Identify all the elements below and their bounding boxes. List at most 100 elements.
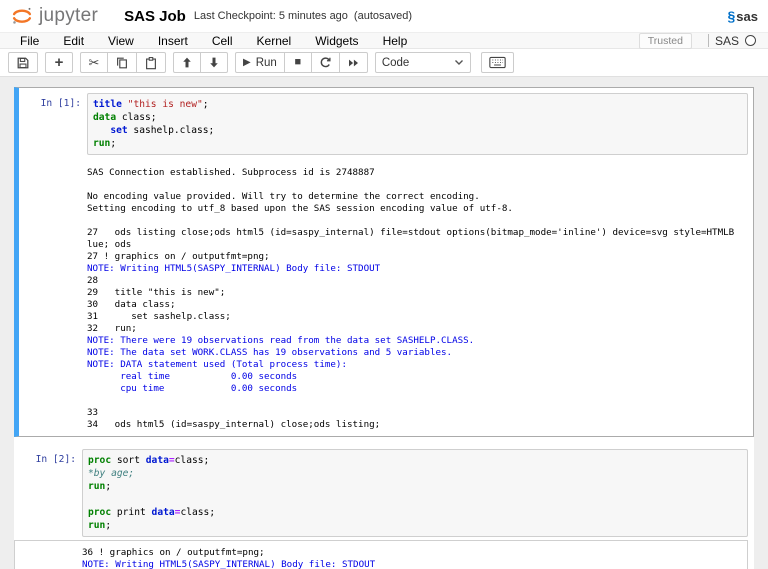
menu-item-cell[interactable]: Cell	[200, 34, 245, 48]
command-palette-button[interactable]	[480, 52, 514, 73]
menu-item-view[interactable]: View	[96, 34, 146, 48]
jupyter-logo[interactable]: jupyter	[10, 4, 98, 28]
log-line: 32 run;	[87, 323, 137, 334]
code-token: class;	[174, 455, 210, 466]
run-button-label: Run	[255, 56, 277, 69]
stop-icon: ■	[294, 56, 302, 68]
autosave-status: (autosaved)	[353, 10, 413, 22]
code-editor[interactable]: proc sort data=class; *by age; run; proc pr…	[82, 449, 748, 537]
code-line: run;	[88, 480, 742, 493]
code-line: run;	[88, 519, 742, 532]
add-cell-button[interactable]: +	[45, 52, 73, 73]
copy-cells-button[interactable]	[107, 52, 137, 73]
output-block: SAS Connection established. Subprocess i…	[87, 167, 748, 179]
sas-brand-text: sas	[736, 8, 758, 24]
code-line: proc print data=class;	[88, 506, 742, 519]
code-token: class;	[116, 112, 157, 123]
output-content: SAS Connection established. Subprocess i…	[87, 165, 748, 431]
code-token: sort	[111, 455, 146, 466]
interrupt-kernel-button[interactable]: ■	[283, 52, 312, 73]
cut-icon: ✂	[88, 55, 100, 70]
move-cell-down-button[interactable]	[200, 52, 228, 73]
code-token: *by age;	[88, 468, 135, 479]
log-line: NOTE: The data set WORK.CLASS has 19 obs…	[87, 347, 453, 358]
move-down-icon	[210, 57, 218, 68]
toolbar: + ✂ ▶ Run ■ Code	[0, 49, 768, 77]
menubar: File Edit View Insert Cell Kernel Widgets Help …	[0, 32, 768, 49]
notebook-container: In [1]: title "this is new"; data class; s…	[14, 87, 754, 569]
code-token: run	[93, 138, 111, 149]
log-line: 36 ! graphics on / outputfmt=png;	[82, 547, 265, 558]
log-line: 31 set sashelp.class;	[87, 311, 231, 322]
cut-cells-button[interactable]: ✂	[80, 52, 108, 73]
log-line: 30 data class;	[87, 299, 176, 310]
code-token: ;	[105, 520, 112, 531]
log-line: 33	[87, 407, 99, 418]
save-icon	[17, 57, 29, 68]
log-line: 27 ! graphics on / outputfmt=png;	[87, 251, 270, 262]
restart-kernel-button[interactable]	[310, 52, 340, 73]
log-line: Setting encoding to utf_8 based upon the…	[87, 203, 513, 214]
log-line: lue; ods	[87, 239, 132, 250]
log-line: 28	[87, 275, 99, 286]
code-cell-1[interactable]: In [1]: title "this is new"; data class; s…	[14, 87, 754, 437]
code-editor[interactable]: title "this is new"; data class; set sash…	[87, 93, 748, 155]
output-prompt	[24, 165, 87, 431]
input-area: In [1]: title "this is new"; data class; s…	[24, 93, 748, 155]
code-line: title "this is new";	[93, 98, 742, 111]
cell-type-value: Code	[381, 56, 410, 69]
code-token: ;	[110, 138, 117, 149]
menu-item-help[interactable]: Help	[371, 34, 420, 48]
code-token: ;	[202, 99, 209, 110]
keyboard-icon	[489, 56, 506, 69]
move-up-icon	[183, 57, 191, 68]
code-line: set sashelp.class;	[93, 124, 742, 137]
code-cell-2[interactable]: In [2]: proc sort data=class; *by age; run;…	[14, 443, 754, 569]
paste-icon	[146, 56, 156, 69]
input-area: In [2]: proc sort data=class; *by age; run;…	[19, 449, 748, 537]
menu-item-edit[interactable]: Edit	[51, 34, 96, 48]
run-button[interactable]: ▶ Run	[235, 52, 285, 73]
code-line: data class;	[93, 111, 742, 124]
code-token: run	[88, 481, 106, 492]
log-line: SAS Connection established. Subprocess i…	[87, 167, 375, 178]
paste-cells-button[interactable]	[136, 52, 166, 73]
sas-swirl-icon: §	[727, 8, 736, 24]
cell-type-select[interactable]: Code	[374, 52, 471, 73]
menu-item-kernel[interactable]: Kernel	[245, 34, 304, 48]
code-line: *by age;	[88, 467, 742, 480]
restart-icon	[320, 57, 331, 68]
notebook-area: In [1]: title "this is new"; data class; s…	[0, 87, 768, 569]
code-token: data	[151, 507, 175, 518]
code-token: print	[111, 507, 152, 518]
code-token: proc	[88, 455, 112, 466]
log-line: NOTE: There were 19 observations read fr…	[87, 335, 475, 346]
code-line: run;	[93, 137, 742, 150]
menu-item-widgets[interactable]: Widgets	[303, 34, 370, 48]
checkpoint-status: Last Checkpoint: 5 minutes ago	[193, 10, 348, 22]
menu-items: File Edit View Insert Cell Kernel Widgets Help	[8, 34, 419, 48]
menu-item-file[interactable]: File	[8, 34, 51, 48]
move-cell-up-button[interactable]	[173, 52, 201, 73]
add-cell-icon: +	[54, 54, 64, 71]
input-prompt: In [1]:	[40, 98, 81, 109]
menu-item-insert[interactable]: Insert	[146, 34, 200, 48]
kernel-separator	[707, 34, 709, 47]
code-token: ;	[105, 481, 112, 492]
trusted-badge[interactable]: Trusted	[638, 32, 692, 49]
input-prompt: In [2]:	[35, 454, 76, 465]
code-token: class;	[180, 507, 216, 518]
restart-run-all-icon	[348, 59, 358, 66]
header: jupyter SAS Job Last Checkpoint: 5 minut…	[0, 0, 768, 32]
menubar-right: Trusted SAS	[638, 32, 760, 49]
notebook-title[interactable]: SAS Job	[124, 8, 186, 25]
log-line: 29 title "this is new";	[87, 287, 226, 298]
restart-run-all-button[interactable]	[338, 52, 368, 73]
jupyter-planet-icon	[12, 7, 32, 24]
code-token: title	[93, 99, 122, 110]
save-button[interactable]	[8, 52, 38, 73]
kernel-name: SAS	[714, 33, 739, 48]
code-line: proc sort data=class;	[88, 454, 742, 467]
output-block: 27 ods listing close;ods html5 (id=saspy…	[87, 227, 748, 431]
